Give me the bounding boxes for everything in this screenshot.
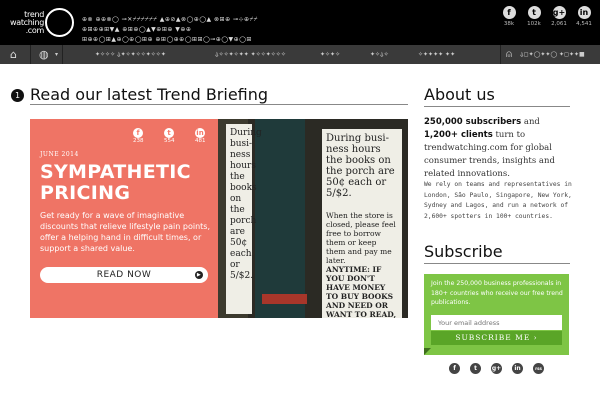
- fold-corner: [424, 348, 431, 355]
- arrow-right-icon: ▶: [195, 271, 203, 279]
- linkedin-icon: in: [577, 6, 591, 19]
- about-heading: About us: [424, 85, 495, 104]
- nav-item-2[interactable]: ⍙✧✧✦✧✦✦ ✦✧✧✦✧✧✧: [215, 45, 286, 64]
- logo[interactable]: trend watching .com: [10, 8, 74, 38]
- twitter-icon[interactable]: t: [470, 363, 481, 374]
- globe-icon[interactable]: ◍: [39, 45, 49, 64]
- linkedin-icon[interactable]: in: [512, 363, 523, 374]
- chevron-down-icon[interactable]: ▾: [55, 45, 58, 64]
- section-number: 1: [11, 89, 24, 102]
- about-lead: 250,000 subscribers and 1,200+ clients t…: [424, 117, 555, 179]
- social-linkedin[interactable]: in 4,541: [576, 6, 592, 27]
- facebook-icon: f: [133, 128, 143, 138]
- divider: [424, 106, 570, 107]
- social-googleplus[interactable]: g+ 2,061: [551, 6, 567, 27]
- linkedin-count: 4,541: [576, 21, 592, 27]
- facebook-count: 38k: [503, 21, 515, 27]
- sign-left: During busi- ness hours the books on the…: [226, 124, 262, 314]
- page-title: Read our latest Trend Briefing: [30, 85, 269, 104]
- briefing-date: JUNE 2014: [40, 151, 79, 158]
- googleplus-icon[interactable]: g+: [491, 363, 502, 374]
- facebook-icon: f: [502, 6, 516, 19]
- sign-bottom: When the store is closed, please feel fr…: [322, 207, 402, 318]
- googleplus-icon: g+: [552, 6, 566, 19]
- subscribe-heading: Subscribe: [424, 242, 503, 261]
- nav-item-5[interactable]: ✧✦✦✦✦ ✦✦: [418, 45, 455, 64]
- top-bar: trend watching .com ⊕⊗ ⊕⊕⊗◯ ⊸✕⌿⌿⌿⌿⌿⌿ ▲⊕⊘…: [0, 0, 600, 53]
- share-twitter[interactable]: t554: [164, 128, 187, 144]
- logo-text: trend watching .com: [9, 10, 45, 35]
- footer-socials: f t g+ in rss: [449, 363, 544, 374]
- linkedin-icon: in: [195, 128, 205, 138]
- trend-briefing-hero[interactable]: During busi- ness hours the books on the…: [30, 119, 408, 318]
- hero-overlay: f238 t554 in481 JUNE 2014 SYMPATHETIC PR…: [30, 119, 218, 318]
- social-twitter[interactable]: t 102k: [526, 6, 542, 27]
- nav-item-3[interactable]: ✦✧✦✧: [320, 45, 340, 64]
- home-icon[interactable]: ⌂: [10, 45, 17, 64]
- briefing-description: Get ready for a wave of imaginative disc…: [40, 211, 210, 253]
- user-icon[interactable]: ⍝: [506, 45, 512, 64]
- briefing-title[interactable]: SYMPATHETIC PRICING: [40, 162, 215, 204]
- read-now-button[interactable]: READ NOW ▶: [40, 267, 208, 283]
- sign-top: During busi- ness hours the books on the…: [322, 129, 402, 215]
- googleplus-count: 2,061: [551, 21, 567, 27]
- account-link[interactable]: ⍙◻✦◯✦✦◯ ✦◻✦✦■: [520, 45, 585, 64]
- about-body: We rely on teams and representatives in …: [424, 181, 572, 220]
- twitter-icon: t: [164, 128, 174, 138]
- social-facebook[interactable]: f 38k: [501, 6, 517, 27]
- nav-item-4[interactable]: ✦✧⍙✧: [370, 45, 389, 64]
- subscribe-box: Join the 250,000 business professionals …: [424, 274, 569, 355]
- twitter-icon: t: [527, 6, 541, 19]
- nav-item-1[interactable]: ✦✧✧✧ ⍙✦✧✦✧✧✦✧✧✦: [95, 45, 166, 64]
- share-facebook[interactable]: f238: [133, 128, 156, 144]
- logo-signal-icon: [45, 8, 74, 37]
- divider: [30, 104, 408, 105]
- header-socials: f 38k t 102k g+ 2,061 in 4,541: [501, 6, 592, 27]
- facebook-icon[interactable]: f: [449, 363, 460, 374]
- hero-shares: f238 t554 in481: [133, 128, 218, 144]
- subscribe-button[interactable]: SUBSCRIBE ME ›: [431, 331, 562, 345]
- email-input[interactable]: [431, 315, 562, 330]
- rss-icon[interactable]: rss: [533, 363, 544, 374]
- divider: [424, 263, 570, 264]
- twitter-count: 102k: [527, 21, 541, 27]
- share-linkedin[interactable]: in481: [195, 128, 218, 144]
- main-nav: ⌂ ◍ ▾ ✦✧✧✧ ⍙✦✧✦✧✧✦✧✧✦ ⍙✧✧✦✧✦✦ ✦✧✧✦✧✧✧ ✦✧…: [0, 45, 600, 64]
- subscribe-text: Join the 250,000 business professionals …: [431, 280, 563, 306]
